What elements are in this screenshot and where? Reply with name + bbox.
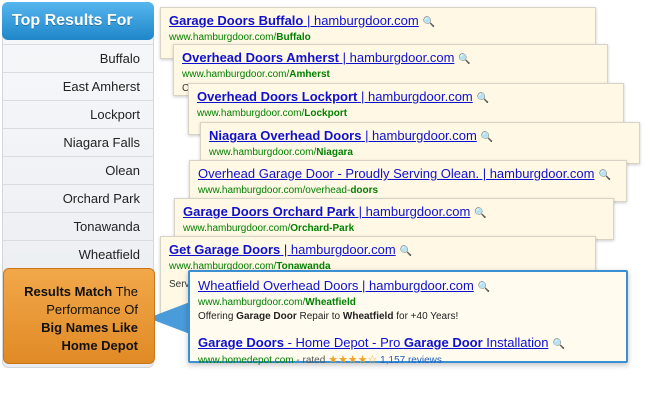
result-title[interactable]: Garage Doors Buffalo | hamburgdoor.com 🔍 — [169, 12, 587, 31]
highlighted-results-box: Wheatfield Overhead Doors | hamburgdoor.… — [188, 270, 628, 366]
result-title[interactable]: Get Garage Doors | hamburgdoor.com 🔍 — [169, 241, 587, 260]
magnifier-icon[interactable]: 🔍 — [400, 243, 412, 260]
result-card-orchard-park: Garage Doors Orchard Park | hamburgdoor.… — [174, 198, 614, 240]
magnifier-icon[interactable]: 🔍 — [458, 51, 470, 68]
rating-stars-icon: ★★★★☆ — [328, 354, 378, 366]
magnifier-icon[interactable]: 🔍 — [478, 279, 490, 296]
homedepot-result-title[interactable]: Garage Doors - Home Depot - Pro Garage D… — [198, 334, 618, 353]
result-url: www.hamburgdoor.com/Orchard-Park — [183, 223, 355, 234]
result-title[interactable]: Overhead Doors Lockport | hamburgdoor.co… — [197, 88, 615, 107]
magnifier-icon[interactable]: 🔍 — [552, 336, 564, 353]
wheatfield-result-url: www.hamburgdoor.com/Wheatfield — [198, 297, 356, 308]
magnifier-icon[interactable]: 🔍 — [598, 167, 610, 184]
wheatfield-result-snippet: Offering Garage Door Repair to Wheatfiel… — [198, 311, 459, 322]
magnifier-icon[interactable]: 🔍 — [474, 205, 486, 222]
homedepot-result-url: www.homedepot.com - rated ★★★★☆ 1,157 re… — [198, 354, 442, 366]
wheatfield-result-title[interactable]: Wheatfield Overhead Doors | hamburgdoor.… — [198, 277, 618, 296]
sidebar-city-orchard-park[interactable]: Orchard Park — [2, 184, 154, 212]
sidebar-city-lockport[interactable]: Lockport — [2, 100, 154, 128]
result-url: www.hamburgdoor.com/Buffalo — [169, 32, 311, 43]
magnifier-icon[interactable]: 🔍 — [481, 129, 493, 146]
result-url: www.hamburgdoor.com/Amherst — [182, 69, 330, 80]
result-title[interactable]: Overhead Garage Door - Proudly Serving O… — [198, 165, 618, 184]
result-url: www.hamburgdoor.com/overhead-doors — [198, 185, 379, 196]
result-card-niagara: Niagara Overhead Doors | hamburgdoor.com… — [200, 122, 640, 164]
sidebar-city-tonawanda[interactable]: Tonawanda — [2, 212, 154, 240]
sidebar-city-wheatfield[interactable]: Wheatfield — [2, 240, 154, 268]
sidebar-header: Top Results For — [2, 2, 154, 40]
sidebar-city-niagara-falls[interactable]: Niagara Falls — [2, 128, 154, 156]
result-title[interactable]: Garage Doors Orchard Park | hamburgdoor.… — [183, 203, 605, 222]
sidebar-city-east-amherst[interactable]: East Amherst — [2, 72, 154, 100]
result-card-olean: Overhead Garage Door - Proudly Serving O… — [189, 160, 627, 202]
result-url: www.hamburgdoor.com/Niagara — [209, 147, 353, 158]
sidebar-city-olean[interactable]: Olean — [2, 156, 154, 184]
result-title[interactable]: Niagara Overhead Doors | hamburgdoor.com… — [209, 127, 631, 146]
sidebar-city-buffalo[interactable]: Buffalo — [2, 44, 154, 72]
result-title[interactable]: Overhead Doors Amherst | hamburgdoor.com… — [182, 49, 599, 68]
magnifier-icon[interactable]: 🔍 — [423, 14, 435, 31]
magnifier-icon[interactable]: 🔍 — [477, 90, 489, 107]
result-url: www.hamburgdoor.com/Lockport — [197, 108, 348, 119]
results-match-callout: Results Match The Performance Of Big Nam… — [3, 268, 155, 364]
